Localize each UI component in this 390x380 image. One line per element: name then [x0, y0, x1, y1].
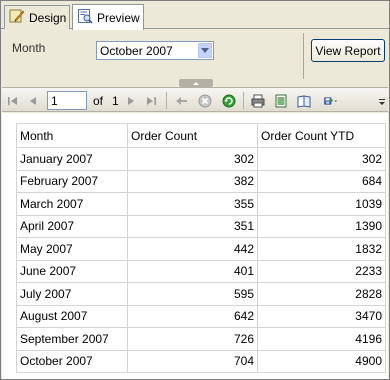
month-cell: January 2007 — [16, 147, 128, 171]
order-count-cell: 704 — [127, 349, 258, 373]
table-row: February 2007 382 684 — [16, 169, 386, 193]
chevron-up-icon — [193, 81, 199, 85]
first-page-icon[interactable] — [6, 92, 20, 109]
month-parameter-label: Month — [12, 41, 46, 55]
report-toolbar: 1 of 1 — [2, 87, 388, 112]
order-count-ytd-cell: 3470 — [257, 304, 386, 328]
chevron-down-icon[interactable] — [198, 43, 212, 58]
total-pages: 1 — [112, 94, 119, 108]
order-count-ytd-cell: 4196 — [257, 327, 386, 351]
report-preview-window: Design Preview Month October 2007 View R… — [0, 0, 390, 380]
order-count-ytd-cell: 1039 — [257, 192, 386, 216]
table-header-row: Month Order Count Order Count YTD — [16, 123, 386, 148]
tab-preview[interactable]: Preview — [72, 4, 144, 30]
print-icon[interactable] — [249, 92, 267, 109]
tab-preview-label: Preview — [97, 10, 140, 25]
print-layout-icon[interactable] — [272, 92, 290, 109]
collapse-parameters-handle[interactable] — [179, 79, 213, 87]
table-row: September 2007 726 4196 — [16, 327, 386, 351]
order-count-cell: 442 — [127, 237, 258, 261]
design-icon — [9, 8, 25, 27]
toolbar-separator — [243, 92, 244, 109]
order-count-cell: 595 — [127, 282, 258, 306]
month-cell: October 2007 — [16, 349, 128, 373]
tab-design-label: Design — [29, 10, 67, 25]
table-row: July 2007 595 2828 — [16, 282, 386, 306]
of-label: of — [93, 94, 104, 108]
previous-page-icon[interactable] — [26, 92, 40, 109]
order-count-ytd-cell: 302 — [257, 147, 386, 171]
column-header: Order Count — [127, 123, 258, 148]
table-row: April 2007 351 1390 — [16, 214, 386, 238]
parameter-area: Month October 2007 View Report — [2, 31, 388, 79]
order-count-cell: 355 — [127, 192, 258, 216]
table-row: May 2007 442 1832 — [16, 237, 386, 261]
month-dropdown[interactable]: October 2007 — [96, 41, 214, 60]
order-count-cell: 351 — [127, 214, 258, 238]
table-row: June 2007 401 2233 — [16, 259, 386, 283]
column-header: Order Count YTD — [257, 123, 386, 148]
order-count-ytd-cell: 1832 — [257, 237, 386, 261]
view-report-button[interactable]: View Report — [311, 39, 385, 62]
tab-design[interactable]: Design — [4, 5, 70, 29]
order-count-ytd-cell: 2828 — [257, 282, 386, 306]
order-count-cell: 382 — [127, 169, 258, 193]
back-icon[interactable] — [174, 92, 190, 109]
export-icon[interactable] — [318, 92, 344, 109]
order-count-ytd-cell: 1390 — [257, 214, 386, 238]
month-cell: April 2007 — [16, 214, 128, 238]
order-count-ytd-cell: 4900 — [257, 349, 386, 373]
month-cell: March 2007 — [16, 192, 128, 216]
table-row: October 2007 704 4900 — [16, 349, 386, 373]
page-setup-icon[interactable] — [295, 92, 313, 109]
order-count-cell: 642 — [127, 304, 258, 328]
report-body: Month Order Count Order Count YTD Januar… — [2, 113, 388, 379]
month-cell: August 2007 — [16, 304, 128, 328]
toolbar-separator — [166, 92, 167, 109]
order-count-table: Month Order Count Order Count YTD Januar… — [16, 123, 386, 373]
parameter-divider — [303, 33, 304, 79]
toolbar-overflow-icon[interactable] — [378, 94, 386, 108]
tab-strip: Design Preview — [1, 1, 389, 30]
refresh-icon[interactable] — [220, 92, 238, 109]
month-cell: February 2007 — [16, 169, 128, 193]
next-page-icon[interactable] — [124, 92, 138, 109]
table-row: March 2007 355 1039 — [16, 192, 386, 216]
preview-icon — [77, 8, 93, 27]
order-count-ytd-cell: 684 — [257, 169, 386, 193]
table-row: August 2007 642 3470 — [16, 304, 386, 328]
stop-icon[interactable] — [196, 92, 214, 109]
month-cell: May 2007 — [16, 237, 128, 261]
month-cell: July 2007 — [16, 282, 128, 306]
column-header: Month — [16, 123, 128, 148]
page-number-input[interactable]: 1 — [47, 91, 87, 110]
last-page-icon[interactable] — [144, 92, 158, 109]
table-row: January 2007 302 302 — [16, 147, 386, 171]
order-count-cell: 302 — [127, 147, 258, 171]
month-dropdown-value: October 2007 — [100, 44, 173, 58]
order-count-ytd-cell: 2233 — [257, 259, 386, 283]
order-count-cell: 401 — [127, 259, 258, 283]
month-cell: September 2007 — [16, 327, 128, 351]
order-count-cell: 726 — [127, 327, 258, 351]
month-cell: June 2007 — [16, 259, 128, 283]
